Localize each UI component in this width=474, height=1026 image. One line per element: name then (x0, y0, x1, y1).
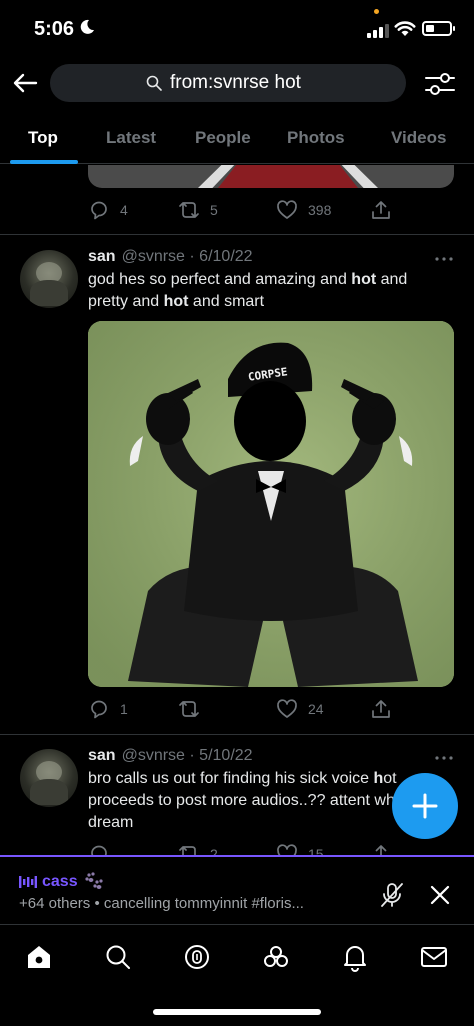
compose-tweet-button[interactable] (392, 773, 458, 839)
reply-icon (91, 700, 107, 719)
search-tabs: Top Latest People Photos Videos (0, 112, 474, 164)
mic-off-icon[interactable] (378, 881, 406, 909)
reply-button[interactable]: 1 (88, 696, 128, 722)
tweet-actions: 1 24 (88, 696, 398, 722)
photo-person-squatting: CORPSE (88, 321, 454, 687)
messages-envelope-icon[interactable] (419, 942, 449, 972)
cellular-signal-icon (367, 22, 389, 38)
reply-button[interactable]: 4 (88, 197, 128, 223)
tab-people[interactable]: People (195, 128, 251, 148)
bottom-navigation (0, 926, 474, 1026)
heart-icon (277, 844, 297, 855)
reply-count: 4 (120, 202, 128, 218)
reply-count: 1 (120, 701, 128, 717)
retweet-button[interactable] (178, 696, 210, 722)
privacy-indicator-dot (374, 9, 379, 14)
tweet-date: · 5/10/22 (189, 747, 253, 764)
retweet-count: 5 (210, 202, 218, 218)
share-icon (375, 845, 387, 855)
heart-icon (277, 200, 297, 219)
home-indicator (153, 1009, 321, 1015)
tab-latest[interactable]: Latest (106, 128, 156, 148)
reply-button[interactable] (88, 841, 120, 855)
wifi-icon (394, 21, 416, 36)
active-tab-indicator (10, 160, 78, 164)
like-button[interactable]: 398 (276, 197, 331, 223)
status-time: 5:06 (34, 18, 75, 40)
more-options-icon[interactable] (434, 255, 454, 263)
close-icon[interactable] (428, 883, 452, 907)
retweet-icon (179, 701, 199, 717)
tweet-header: san @svnrse · 5/10/22 (88, 747, 253, 765)
notifications-bell-icon[interactable] (340, 942, 370, 972)
status-bar: 5:06 (0, 0, 474, 58)
tweet-divider (0, 734, 474, 735)
like-button[interactable]: 24 (276, 696, 324, 722)
share-button[interactable] (370, 841, 392, 855)
tweet-text: bro calls us out for finding his sick vo… (88, 770, 418, 831)
more-options-icon[interactable] (434, 754, 454, 762)
search-results-feed[interactable]: 4 5 398 san @svnrse · 6/10/22 god hes so … (0, 165, 474, 855)
like-button[interactable]: 15 (276, 841, 324, 855)
tweet-media-image[interactable]: CORPSE (88, 321, 454, 687)
tweet-author-name[interactable]: san (88, 747, 116, 764)
share-icon (372, 700, 390, 718)
space-host-name: cass (42, 873, 78, 890)
tweet-actions: 4 5 398 (88, 197, 398, 223)
retweet-icon (179, 202, 199, 218)
spaces-live-icon (19, 876, 37, 888)
tweet-media-image[interactable] (88, 165, 454, 188)
tweet-text: god hes so perfect and amazing and hot a… (88, 271, 408, 310)
paw-prints-icon (85, 872, 103, 889)
moon-icon (80, 19, 94, 34)
tweet-author-handle[interactable]: @svnrse (122, 248, 185, 265)
search-filter-icon[interactable] (422, 69, 458, 99)
spaces-dock[interactable]: cass +64 others • cancelling tommyinnit … (0, 855, 474, 925)
tab-photos[interactable]: Photos (287, 128, 345, 148)
heart-icon (277, 699, 297, 718)
retweet-count: 2 (210, 846, 218, 855)
battery-icon (422, 21, 455, 36)
space-details: +64 others • cancelling tommyinnit #flor… (19, 895, 304, 912)
home-icon[interactable] (24, 942, 54, 972)
tweet-author-name[interactable]: san (88, 248, 116, 265)
tweet-divider (0, 234, 474, 235)
avatar[interactable] (20, 749, 78, 807)
tweet-header: san @svnrse · 6/10/22 (88, 248, 253, 266)
retweet-icon (179, 846, 196, 855)
plus-icon (412, 793, 438, 819)
tweet-actions: 2 15 (88, 841, 398, 855)
share-button[interactable] (370, 197, 392, 223)
spaces-icon[interactable] (182, 942, 212, 972)
tab-videos[interactable]: Videos (391, 128, 446, 148)
back-arrow-icon[interactable] (10, 68, 40, 98)
communities-icon[interactable] (261, 942, 291, 972)
share-icon (372, 201, 390, 219)
reply-icon (91, 845, 107, 855)
retweet-button[interactable]: 5 (178, 197, 218, 223)
share-button[interactable] (370, 696, 392, 722)
like-count: 398 (308, 202, 332, 218)
avatar[interactable] (20, 250, 78, 308)
battery-level (426, 25, 434, 32)
like-count: 24 (308, 701, 324, 717)
reply-icon (91, 201, 107, 220)
tweet-date: · 6/10/22 (189, 248, 253, 265)
search-header: from:svnrse hot (0, 58, 474, 108)
tab-top[interactable]: Top (28, 128, 58, 148)
tweet-author-handle[interactable]: @svnrse (122, 747, 185, 764)
search-query: from:svnrse hot (170, 72, 301, 93)
search-input[interactable]: from:svnrse hot (50, 64, 406, 102)
search-icon[interactable] (103, 942, 133, 972)
retweet-button[interactable]: 2 (178, 841, 218, 855)
like-count: 15 (308, 846, 324, 855)
search-icon (146, 75, 162, 91)
